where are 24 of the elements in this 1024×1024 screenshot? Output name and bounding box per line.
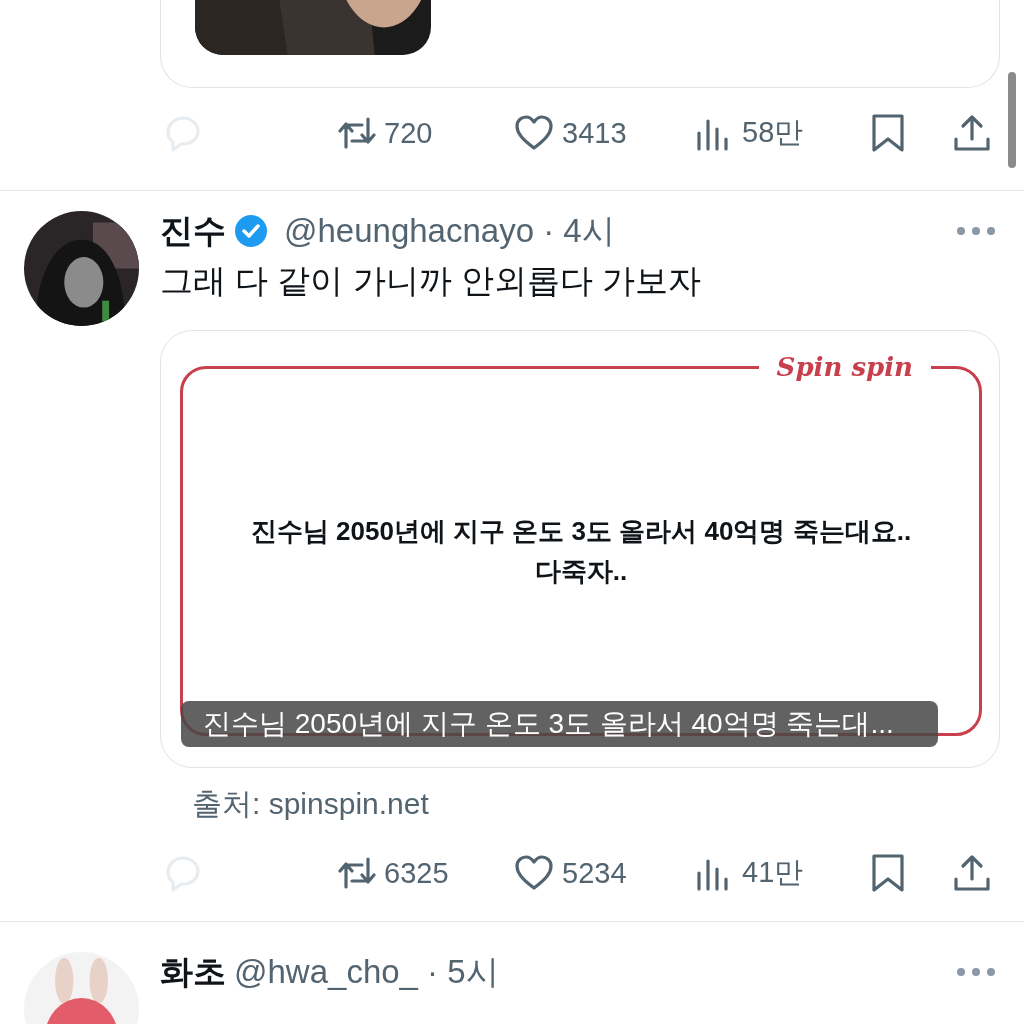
count: 58만 [742,115,804,150]
count: 720 [384,116,433,150]
post-text: 그래 다 같이 가니까 안외롭다 가보자 [160,261,702,301]
bookmark-icon[interactable] [870,113,906,153]
count: 6325 [384,856,449,890]
bookmark-icon[interactable] [870,853,906,893]
user-name[interactable]: 화초 [160,949,226,995]
count: 5234 [562,856,627,890]
heart-icon[interactable] [514,853,554,893]
scrollbar[interactable] [1008,72,1016,168]
share-icon[interactable] [952,853,992,893]
count: 3413 [562,116,627,150]
card-caption: 진수님 2050년에 지구 온도 3도 올라서 40억명 죽는대... [181,701,938,747]
link-card[interactable]: Spin spin 진수님 2050년에 지구 온도 3도 올라서 40억명 죽는대요.. 다죽자.. 진수님 2050년에 지구 온도 3도 올라서 40억명 죽는대... [160,330,1000,768]
user-name[interactable]: 진수 [160,208,226,254]
message-text: 진수님 2050년에 지구 온도 3도 올라서 40억명 죽는대요.. 다죽자.. [250,515,912,588]
handle-and-time: @hwa_cho_ · 5시 [234,951,499,992]
count: 41만 [742,855,804,890]
more-icon[interactable] [956,226,996,236]
handle-and-time: @heunghacnayo · 4시 [284,210,615,251]
heart-icon[interactable] [514,113,554,153]
share-icon[interactable] [952,113,992,153]
source-link[interactable]: 출처: spinspin.net [192,784,1000,825]
more-icon[interactable] [956,967,996,977]
